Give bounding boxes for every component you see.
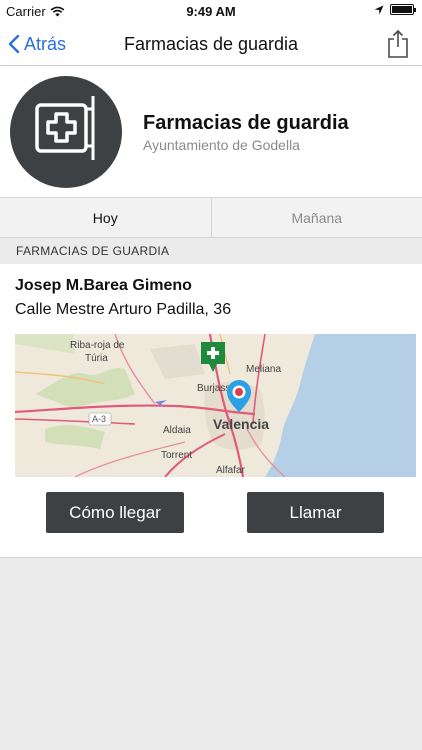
section-header: FARMACIAS DE GUARDIA [0, 238, 422, 264]
map-label-valencia: Valencia [213, 416, 269, 432]
map-label-aldaia: Aldaia [163, 425, 191, 436]
location-arrow-icon [374, 5, 384, 14]
battery-icon [390, 4, 416, 15]
map-label-meliana: Meliana [246, 364, 281, 375]
day-tabs: Hoy Mañana [0, 198, 422, 238]
header-title: Farmacias de guardia [143, 112, 349, 134]
share-icon[interactable] [386, 30, 410, 58]
map-label-a3: A-3 [92, 414, 106, 424]
status-right [374, 4, 416, 15]
tab-manana[interactable]: Mañana [212, 198, 422, 237]
call-button[interactable]: Llamar [247, 492, 384, 533]
header-subtitle: Ayuntamiento de Godella [143, 137, 300, 153]
navigation-bar: Atrás Farmacias de guardia [0, 22, 422, 66]
directions-button[interactable]: Cómo llegar [46, 492, 184, 533]
map-label-torrent: Torrent [161, 450, 192, 461]
tab-hoy[interactable]: Hoy [0, 198, 212, 237]
nav-title: Farmacias de guardia [123, 34, 299, 54]
map-label-turia: Túria [85, 353, 108, 364]
pharmacy-card: Josep M.Barea Gimeno Calle Mestre Arturo… [0, 264, 422, 558]
pharmacy-logo [10, 76, 122, 188]
pharmacy-name: Josep M.Barea Gimeno [15, 277, 192, 294]
pharmacy-map[interactable]: A-3 Riba-roja de Túria Burjassot Meliana… [15, 334, 416, 477]
map-label-riba-roja: Riba-roja de [70, 340, 125, 351]
status-time: 9:49 AM [186, 4, 236, 19]
pharmacy-address: Calle Mestre Arturo Padilla, 36 [15, 301, 232, 318]
pharmacy-sign-icon [35, 96, 95, 160]
app-header: Farmacias de guardia Ayuntamiento de God… [0, 66, 422, 198]
map-label-alfafar: Alfafar [216, 465, 246, 476]
status-bar: Carrier 9:49 AM [0, 0, 422, 22]
map-graphic: A-3 Riba-roja de Túria Burjassot Meliana… [15, 334, 416, 477]
